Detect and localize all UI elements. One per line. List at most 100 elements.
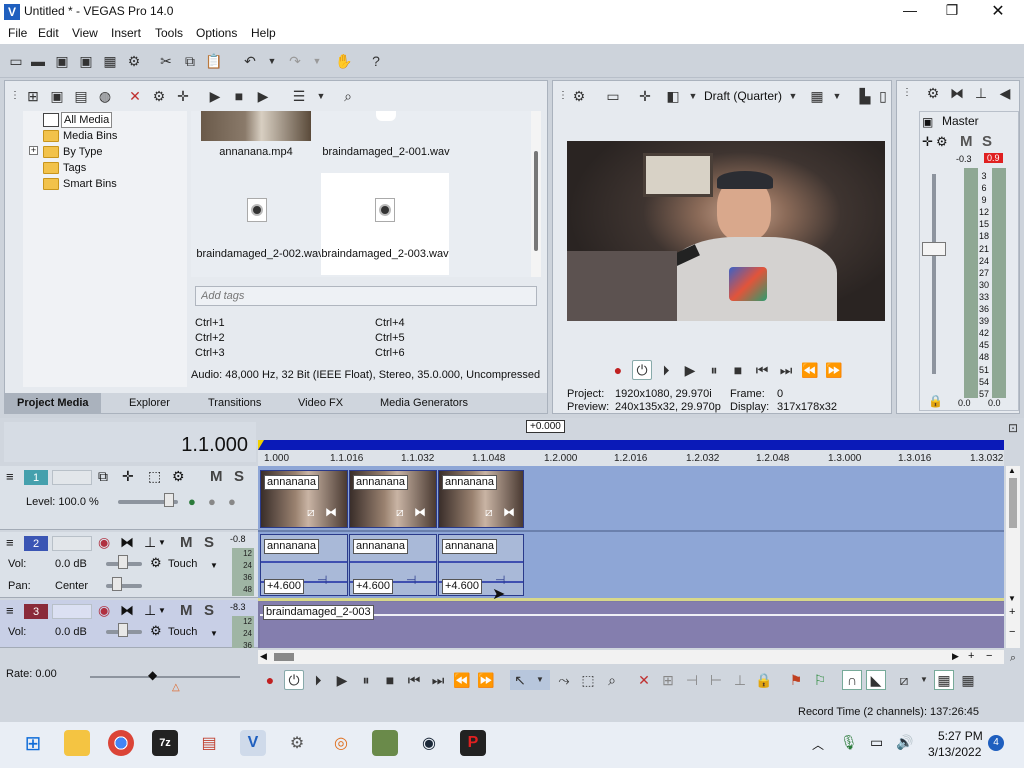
track-1-name-field[interactable] — [52, 470, 92, 485]
automation-dropdown-icon[interactable]: ▼ — [210, 561, 218, 570]
tab-transitions[interactable]: Transitions — [208, 397, 261, 409]
copy-snapshot-icon[interactable]: ▙ — [855, 86, 875, 106]
search-icon[interactable]: ⌕ — [338, 86, 358, 106]
external-monitor-icon[interactable]: ▭ — [603, 86, 623, 106]
video-frame[interactable] — [567, 141, 885, 321]
vscroll-thumb[interactable] — [1009, 478, 1017, 528]
track-mute-button[interactable]: M — [180, 602, 193, 619]
views-dropdown-icon[interactable]: ▼ — [311, 86, 331, 106]
master-gear-icon[interactable]: ⚙ — [936, 134, 948, 150]
tab-media-generators[interactable]: Media Generators — [380, 397, 468, 409]
tree-smart-bins[interactable]: Smart Bins — [43, 176, 117, 192]
clip-fx-icon[interactable]: ⊣ — [317, 573, 327, 587]
tab-explorer[interactable]: Explorer — [129, 397, 170, 409]
play-from-start-icon[interactable]: ⏵ — [656, 360, 676, 380]
tree-tags[interactable]: Tags — [43, 160, 86, 176]
scrollbar-thumb[interactable] — [534, 151, 538, 251]
scroll-right-icon[interactable]: ▶ — [952, 651, 959, 662]
paste-icon[interactable]: 📋 — [204, 51, 224, 71]
video-clip-1[interactable]: annanana ⧄ ⧓ — [260, 470, 348, 528]
automation-gear-icon[interactable]: ⚙ — [150, 555, 162, 571]
playhead-marker-icon[interactable] — [258, 440, 264, 450]
automation-gear-icon[interactable]: ⚙ — [150, 623, 162, 639]
track-2-name-field[interactable] — [52, 536, 92, 551]
vegas-taskbar-icon[interactable]: V — [240, 730, 266, 756]
color-wheel-icon[interactable]: ● — [188, 494, 196, 509]
media-name-braindamaged-001[interactable]: braindamaged_2-001.wav — [321, 146, 451, 158]
clock-date[interactable]: 3/13/2022 — [928, 745, 981, 759]
undo-dropdown-icon[interactable]: ▼ — [262, 51, 282, 71]
automation-dropdown-icon[interactable]: ▼ — [210, 629, 218, 638]
pause-icon[interactable]: ⏸ — [704, 360, 724, 380]
settings-icon[interactable]: ⚙ — [284, 730, 310, 756]
timeline-vscroll[interactable]: ▲ ▼ + − — [1006, 466, 1020, 648]
zoom-out-horizontal-icon[interactable]: − — [986, 650, 992, 662]
undo-icon[interactable]: ↶ — [240, 51, 260, 71]
expand-by-type-icon[interactable]: + — [29, 146, 38, 155]
compositing-child-icon[interactable]: ● — [208, 494, 216, 509]
audio-clip-2[interactable]: annanana +4.600 ⊣ — [349, 534, 437, 596]
track-fader-dropdown-icon[interactable]: ▼ — [158, 538, 166, 547]
zoom-in-vertical-icon[interactable]: + — [1009, 606, 1015, 618]
go-to-start-icon[interactable]: ⏮ — [752, 360, 772, 380]
tree-media-bins[interactable]: Media Bins — [43, 128, 117, 144]
quality-dropdown-icon[interactable]: ▼ — [783, 86, 803, 106]
track-minimize-icon[interactable]: ≡ — [6, 535, 14, 550]
timecode-display[interactable]: 1.1.000 — [181, 434, 248, 457]
media-name-annanana[interactable]: annanana.mp4 — [201, 146, 311, 158]
track-header-audio-2[interactable]: ≡ 2 ◉ ⧓ ⊥ ▼ M S -0.8 Vol: 0.0 dB ⚙ Touch… — [0, 532, 258, 598]
track-fader-icon[interactable]: ⊥ — [144, 534, 156, 551]
remove-media-icon[interactable]: ✕ — [125, 86, 145, 106]
composite-mode-icon[interactable]: ⧉ — [98, 468, 108, 485]
audio-clip-1[interactable]: annanana +4.600 ⊣ — [260, 534, 348, 596]
document-app-icon[interactable]: ▤ — [196, 730, 222, 756]
redo-dropdown-icon[interactable]: ▼ — [307, 51, 327, 71]
menu-help[interactable]: Help — [251, 26, 276, 40]
auto-ripple-icon[interactable]: ⧄ — [894, 670, 914, 690]
media-fx-icon[interactable]: ✛ — [173, 86, 193, 106]
track-fx-icon[interactable]: ✛ — [122, 468, 134, 485]
preview-quality-select[interactable]: Draft (Quarter) — [704, 89, 782, 103]
go-to-end-icon[interactable]: ⏭ — [428, 670, 448, 690]
level-fader-knob[interactable] — [164, 493, 174, 507]
volume-icon[interactable]: 🔊 — [896, 734, 913, 751]
shortcut-ctrl6[interactable]: Ctrl+6 — [375, 347, 405, 359]
split-screen-icon[interactable]: ◧ — [663, 86, 683, 106]
media-grid-scrollbar[interactable] — [531, 111, 541, 277]
master-lock-icon[interactable]: 🔒 — [928, 394, 943, 408]
shortcut-ctrl5[interactable]: Ctrl+5 — [375, 332, 405, 344]
minecraft-icon[interactable] — [372, 730, 398, 756]
file-explorer-icon[interactable] — [64, 730, 90, 756]
views-icon[interactable]: ☰ — [289, 86, 309, 106]
cut-icon[interactable]: ✂ — [156, 51, 176, 71]
master-mute-button[interactable]: M — [960, 133, 973, 150]
track-solo-button[interactable]: S — [234, 468, 244, 485]
insert-marker-icon[interactable]: ⚑ — [786, 670, 806, 690]
tree-all-media[interactable]: All Media — [61, 112, 113, 128]
properties-gear-icon[interactable]: ⚙ — [124, 51, 144, 71]
zoom-in-horizontal-icon[interactable]: + — [968, 650, 974, 662]
hscroll-thumb[interactable] — [274, 653, 294, 661]
play-from-start-icon[interactable]: ⏵ — [308, 670, 328, 690]
clip-fx-icon[interactable]: ⧓ — [503, 505, 515, 519]
selection-tool-icon[interactable]: ⬚ — [578, 670, 598, 690]
overlays-dropdown-icon[interactable]: ▼ — [827, 86, 847, 106]
audio-clip-braindamaged[interactable]: braindamaged_2-003 — [260, 602, 1004, 648]
track-mute-button[interactable]: M — [180, 534, 193, 551]
add-tags-input[interactable] — [195, 286, 537, 306]
clip-fx-icon[interactable]: ⧓ — [325, 505, 337, 519]
save-as-icon[interactable]: ▣ — [76, 51, 96, 71]
preview-properties-icon[interactable]: ⚙ — [569, 86, 589, 106]
track-fader-icon[interactable]: ⊥ — [144, 602, 156, 619]
rate-slider-track[interactable] — [90, 676, 240, 678]
mixer-properties-icon[interactable]: ⚙ — [923, 83, 943, 103]
shortcut-ctrl1[interactable]: Ctrl+1 — [195, 317, 225, 329]
go-to-start-icon[interactable]: ⏮ — [404, 670, 424, 690]
pan-crop-icon[interactable]: ⧄ — [485, 505, 493, 520]
open-folder-icon[interactable]: ▬ — [28, 51, 48, 71]
maximize-button[interactable]: ❐ — [938, 2, 966, 19]
chrome-icon[interactable] — [108, 730, 134, 756]
lock-icon[interactable]: 🔒 — [754, 670, 774, 690]
pan-crop-icon[interactable]: ⧄ — [307, 505, 315, 520]
dim-output-icon[interactable]: ◀ — [995, 83, 1015, 103]
